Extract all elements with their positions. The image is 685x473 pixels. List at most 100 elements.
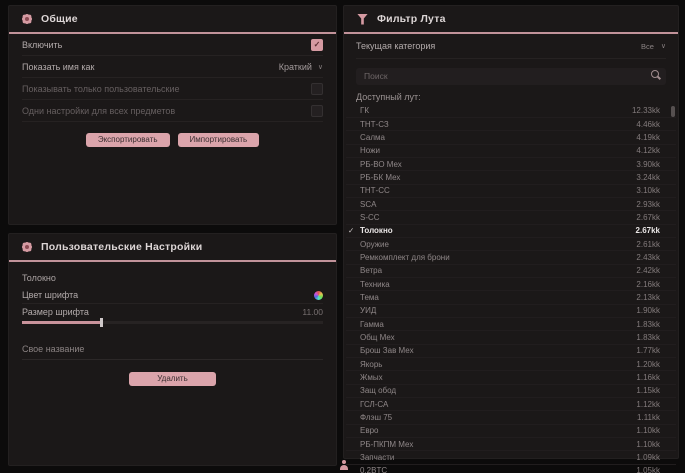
loot-item-name: Брош Зав Мех — [360, 346, 636, 355]
slider-thumb[interactable] — [100, 318, 103, 327]
loot-item-value: 4.46kk — [636, 120, 660, 129]
loot-row[interactable]: ✓ Запчасти 1.09kk — [346, 451, 676, 464]
general-panel-title: Общие — [41, 13, 78, 25]
loot-row[interactable]: ✓ Тема 2.13kk — [346, 291, 676, 304]
loot-item-name: Евро — [360, 426, 636, 435]
loot-row[interactable]: ✓ Общ Мех 1.83kk — [346, 331, 676, 344]
loot-item-value: 1.10kk — [636, 426, 660, 435]
loot-list-label: Доступный лут: — [356, 92, 666, 102]
loot-item-name: Тема — [360, 293, 636, 302]
loot-row[interactable]: ✓ ТНТ-СС 3.10kk — [346, 185, 676, 198]
category-select[interactable]: Все ∨ — [641, 42, 666, 51]
filter-panel-title: Фильтр Лута — [377, 13, 446, 25]
loot-row[interactable]: ✓ Салма 4.19kk — [346, 131, 676, 144]
loot-row[interactable]: ✓ 0.2BTC 1.05kk — [346, 465, 676, 473]
window-handle-icon[interactable] — [340, 460, 348, 470]
loot-row[interactable]: ✓ УИД 1.90kk — [346, 305, 676, 318]
loot-row[interactable]: ✓ Евро 1.10kk — [346, 425, 676, 438]
filter-panel-header: Фильтр Лута — [344, 6, 678, 32]
loot-item-value: 1.10kk — [636, 440, 660, 449]
loot-item-name: РБ-ВО Мех — [360, 160, 636, 169]
loot-item-name: Запчасти — [360, 453, 636, 462]
only-custom-checkbox[interactable]: ✓ — [311, 83, 323, 95]
loot-row[interactable]: ✓ SCA 2.93kk — [346, 198, 676, 211]
loot-item-name: Салма — [360, 133, 636, 142]
loot-item-value: 4.12kk — [636, 146, 660, 155]
loot-item-value: 3.90kk — [636, 160, 660, 169]
name-display-value: Краткий — [279, 62, 312, 72]
loot-row[interactable]: ✓ Гамма 1.83kk — [346, 318, 676, 331]
loot-item-name: S-CC — [360, 213, 636, 222]
category-value: Все — [641, 42, 654, 51]
custom-name-input[interactable] — [22, 339, 323, 360]
loot-item-value: 1.16kk — [636, 373, 660, 382]
loot-row[interactable]: ✓ РБ-БК Мех 3.24kk — [346, 171, 676, 184]
loot-row[interactable]: ✓ Техника 2.16kk — [346, 278, 676, 291]
loot-item-value: 2.61kk — [636, 240, 660, 249]
loot-row[interactable]: ✓ Толокно 2.67kk — [346, 225, 676, 238]
loot-item-name: РБ-БК Мех — [360, 173, 636, 182]
loot-item-value: 1.05kk — [636, 466, 660, 473]
loot-item-value: 3.24kk — [636, 173, 660, 182]
font-color-row: Цвет шрифта — [22, 287, 323, 304]
loot-row[interactable]: ✓ S-CC 2.67kk — [346, 211, 676, 224]
loot-row[interactable]: ✓ ТНТ-СЗ 4.46kk — [346, 118, 676, 131]
loot-item-name: Техника — [360, 280, 636, 289]
loot-row[interactable]: ✓ РБ-ПКПМ Мех 1.10kk — [346, 438, 676, 451]
loot-row[interactable]: ✓ Защ обод 1.15kk — [346, 385, 676, 398]
loot-row[interactable]: ✓ Брош Зав Мех 1.77kk — [346, 345, 676, 358]
loot-row[interactable]: ✓ Якорь 1.20kk — [346, 358, 676, 371]
loot-item-name: ТНТ-СС — [360, 186, 636, 195]
category-label: Текущая категория — [356, 41, 435, 51]
loot-item-value: 1.12kk — [636, 400, 660, 409]
only-custom-row: Показывать только пользовательские ✓ — [22, 78, 323, 100]
loot-row[interactable]: ✓ РБ-ВО Мех 3.90kk — [346, 158, 676, 171]
loot-row[interactable]: ✓ Оружие 2.61kk — [346, 238, 676, 251]
enable-checkbox[interactable]: ✓ — [311, 39, 323, 51]
loot-item-name: ТНТ-СЗ — [360, 120, 636, 129]
loot-item-name: УИД — [360, 306, 636, 315]
check-icon: ✓ — [314, 41, 321, 49]
loot-item-name: 0.2BTC — [360, 466, 636, 473]
import-button[interactable]: Импортировать — [178, 133, 260, 147]
font-color-label: Цвет шрифта — [22, 290, 78, 300]
name-display-label: Показать имя как — [22, 62, 94, 72]
name-display-row: Показать имя как Краткий ∨ — [22, 56, 323, 78]
enable-row: Включить ✓ — [22, 34, 323, 56]
loot-row[interactable]: ✓ Ножи 4.12kk — [346, 145, 676, 158]
loot-item-value: 2.43kk — [636, 253, 660, 262]
loot-item-value: 3.10kk — [636, 186, 660, 195]
color-wheel-icon[interactable] — [314, 291, 323, 300]
loot-item-value: 12.33kk — [632, 106, 660, 115]
delete-button[interactable]: Удалить — [129, 372, 216, 386]
loot-item-value: 1.11kk — [637, 413, 660, 422]
chevron-down-icon: ∨ — [318, 63, 323, 71]
loot-item-value: 2.93kk — [636, 200, 660, 209]
selected-item-name: Толокно — [22, 273, 323, 283]
font-size-slider[interactable] — [22, 321, 323, 324]
loot-item-name: Якорь — [360, 360, 636, 369]
loot-item-value: 1.20kk — [636, 360, 660, 369]
loot-item-name: Жмых — [360, 373, 636, 382]
loot-item-name: ГК — [360, 106, 632, 115]
export-button[interactable]: Экспортировать — [86, 133, 170, 147]
loot-row[interactable]: ✓ Жмых 1.16kk — [346, 371, 676, 384]
loot-row[interactable]: ✓ ГСЛ-СА 1.12kk — [346, 398, 676, 411]
loot-item-value: 1.90kk — [636, 306, 660, 315]
loot-row[interactable]: ✓ Ветра 2.42kk — [346, 265, 676, 278]
loot-item-name: Флэш 75 — [360, 413, 637, 422]
loot-row[interactable]: ✓ Флэш 75 1.11kk — [346, 411, 676, 424]
loot-item-name: Оружие — [360, 240, 636, 249]
custom-panel-header: Пользовательские Настройки — [9, 234, 336, 260]
loot-row[interactable]: ✓ Ремкомплект для брони 2.43kk — [346, 251, 676, 264]
loot-row[interactable]: ✓ ГК 12.33kk — [346, 105, 676, 118]
general-panel-header: Общие — [9, 6, 336, 32]
same-settings-checkbox[interactable]: ✓ — [311, 105, 323, 117]
loot-item-name: Защ обод — [360, 386, 636, 395]
loot-item-value: 2.16kk — [636, 280, 660, 289]
search-input[interactable] — [356, 68, 666, 85]
chevron-down-icon: ∨ — [661, 42, 666, 50]
enable-label: Включить — [22, 40, 62, 50]
divider — [9, 260, 336, 262]
name-display-select[interactable]: Краткий ∨ — [279, 62, 323, 72]
